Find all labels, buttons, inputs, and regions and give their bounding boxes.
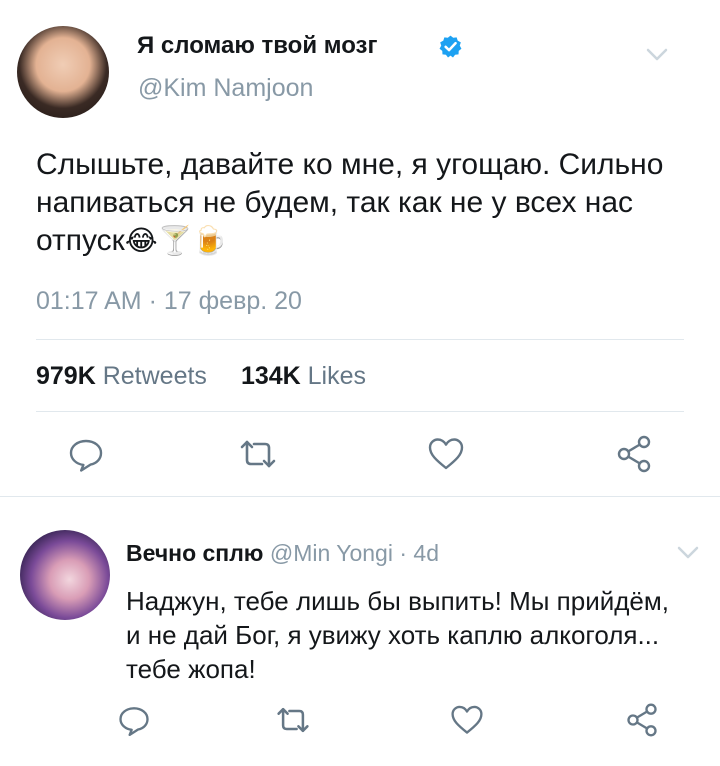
chevron-down-icon[interactable] <box>645 47 669 63</box>
tweet-text: Слышьте, давайте ко мне, я угощаю. Сильн… <box>36 146 696 260</box>
divider <box>0 496 720 497</box>
retweets-stat[interactable]: 979K Retweets <box>36 362 207 390</box>
retweet-icon[interactable] <box>238 434 278 474</box>
retweet-icon[interactable] <box>275 702 311 738</box>
share-icon[interactable] <box>624 702 660 738</box>
likes-label: Likes <box>307 362 367 390</box>
tweet-emojis: 😂🍸🍺 <box>124 224 228 257</box>
retweets-label: Retweets <box>102 362 207 390</box>
reply-author-handle[interactable]: @Min Yongi <box>270 540 393 566</box>
share-icon[interactable] <box>614 434 654 474</box>
divider <box>36 411 684 412</box>
divider <box>36 339 684 340</box>
author-name[interactable]: Я сломаю твой мозг <box>137 32 377 60</box>
reply-icon[interactable] <box>116 702 152 738</box>
reply-author-name[interactable]: Вечно сплю <box>126 540 263 566</box>
author-handle[interactable]: @Kim Namjoon <box>138 74 313 103</box>
reply-age: 4d <box>413 540 439 566</box>
author-avatar[interactable] <box>17 26 109 118</box>
retweets-count: 979K <box>36 362 96 390</box>
heart-icon[interactable] <box>426 434 466 474</box>
heart-icon[interactable] <box>449 702 485 738</box>
likes-stat[interactable]: 134K Likes <box>241 362 366 390</box>
reply-separator: · <box>399 540 408 566</box>
tweet-timestamp[interactable]: 01:17 AM · 17 февр. 20 <box>36 287 302 316</box>
reply-text: Наджун, тебе лишь бы выпить! Мы прийдём,… <box>126 586 669 684</box>
chevron-down-icon[interactable] <box>676 545 700 561</box>
reply-icon[interactable] <box>66 434 106 474</box>
reply-author-avatar[interactable] <box>20 530 110 620</box>
likes-count: 134K <box>240 362 301 390</box>
verified-badge-icon <box>438 34 463 59</box>
tweet-stats: 979K Retweets 134K Likes <box>36 362 366 391</box>
reply-header: Вечно сплю @Min Yongi · 4d <box>126 540 439 567</box>
